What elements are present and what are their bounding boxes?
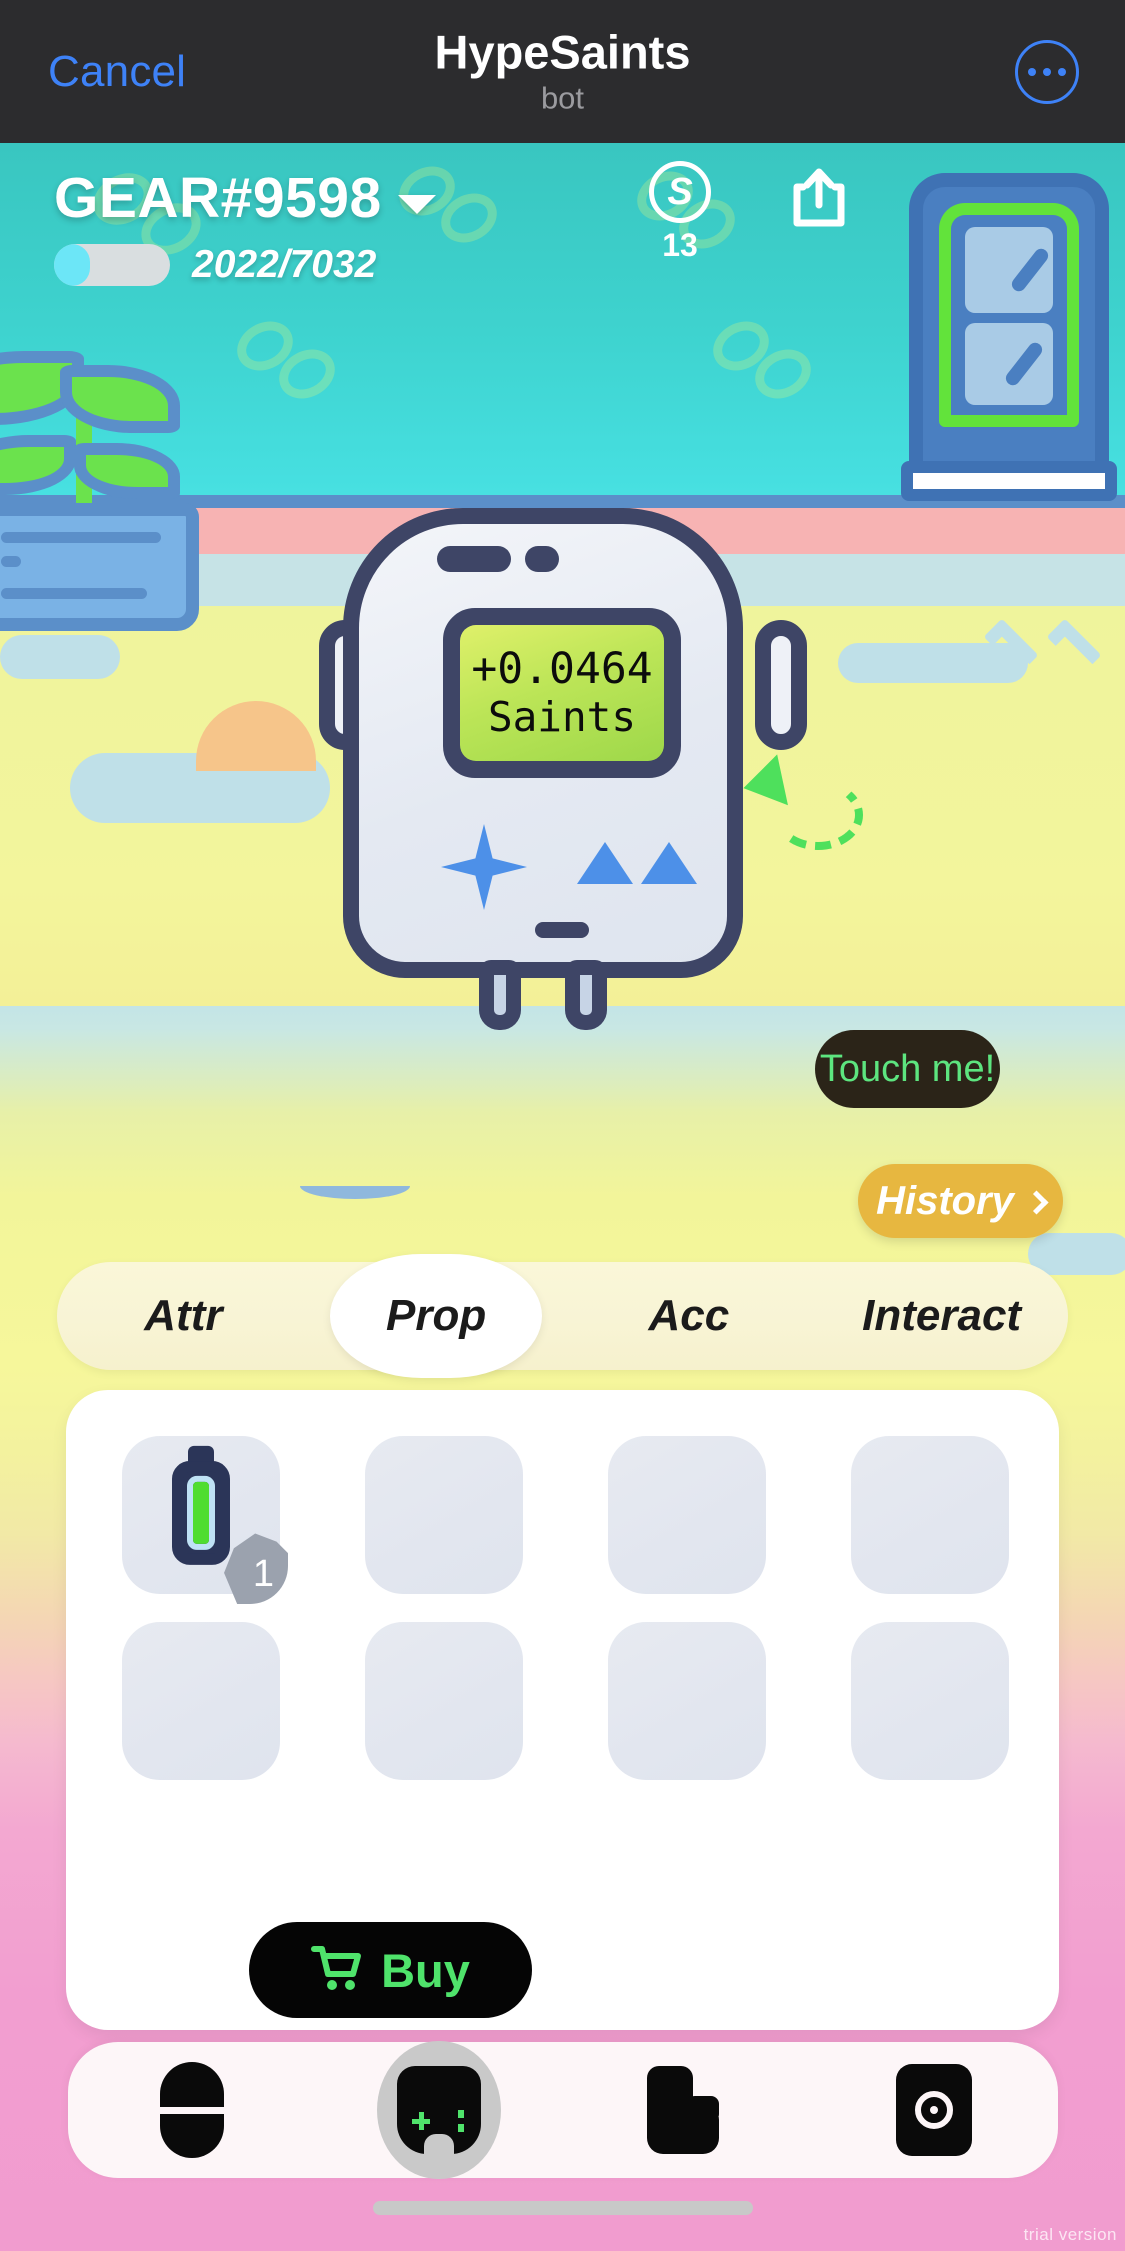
pot-line — [1, 556, 21, 567]
gear-selector[interactable]: GEAR#9598 — [54, 165, 436, 231]
home-indicator — [373, 2201, 753, 2215]
robot-speaker — [437, 546, 511, 572]
gamepad-icon — [397, 2066, 481, 2154]
history-button[interactable]: History — [858, 1164, 1063, 1238]
robot-mouth — [535, 922, 589, 938]
plant-leaf — [0, 435, 76, 495]
inventory-slot[interactable] — [365, 1436, 523, 1594]
nav-item-folder[interactable] — [563, 2042, 811, 2178]
triangle-icon — [577, 842, 633, 884]
pot-line — [1, 588, 147, 599]
header-title-group: HypeSaints bot — [303, 27, 823, 116]
inventory-slot[interactable] — [851, 1622, 1009, 1780]
tab-prop[interactable]: Prop — [310, 1262, 563, 1370]
pot-line — [1, 532, 161, 543]
chevron-down-icon[interactable] — [398, 195, 436, 214]
robot-indicator — [525, 546, 559, 572]
tab-attr[interactable]: Attr — [57, 1262, 310, 1370]
robot-leg-right — [565, 960, 607, 1030]
chevron-right-icon — [1024, 1190, 1048, 1214]
buy-button[interactable]: Buy — [249, 1922, 532, 2018]
buy-label: Buy — [381, 1943, 470, 1998]
robot-screen-bezel: +0.0464 Saints — [443, 608, 681, 778]
inventory-slot[interactable]: 1 — [122, 1436, 280, 1594]
nav-item-disc[interactable] — [811, 2042, 1059, 2178]
ground-blob — [0, 635, 120, 679]
inventory-slot[interactable] — [608, 1436, 766, 1594]
more-horizontal-icon[interactable] — [1015, 40, 1079, 104]
watermark-label: trial version — [1024, 2225, 1117, 2245]
progress-label: 2022/7032 — [192, 243, 376, 287]
inventory-grid: 1 — [122, 1436, 1012, 1780]
pointer-arrow-icon — [738, 754, 788, 813]
triangle-icon — [641, 842, 697, 884]
cabinet-base — [901, 461, 1117, 501]
tab-acc[interactable]: Acc — [563, 1262, 816, 1370]
shopping-cart-icon — [311, 1944, 363, 1997]
inventory-slot[interactable] — [365, 1622, 523, 1780]
inventory-slot[interactable] — [851, 1436, 1009, 1594]
robot-body: +0.0464 Saints — [343, 508, 743, 978]
disc-icon — [896, 2064, 972, 2156]
screen-value: +0.0464 — [471, 645, 652, 693]
tab-interact[interactable]: Interact — [815, 1262, 1068, 1370]
robot-screen: +0.0464 Saints — [460, 625, 664, 761]
gamepad-dpad — [412, 2112, 430, 2130]
saints-coin-icon: S — [649, 161, 711, 223]
folder-icon — [647, 2066, 727, 2154]
touch-hint-bubble[interactable]: Touch me! — [815, 1030, 1000, 1108]
inventory-slot[interactable] — [608, 1622, 766, 1780]
robot-character[interactable]: +0.0464 Saints — [343, 490, 783, 1030]
robot-arm-right — [755, 620, 807, 750]
history-label: History — [876, 1179, 1014, 1224]
robot-leg-left — [479, 960, 521, 1030]
currency-widget[interactable]: S 13 — [635, 161, 725, 264]
gamepad-buttons — [458, 2110, 464, 2132]
more-dot — [1058, 68, 1066, 76]
sparkle-icon — [441, 824, 527, 910]
inventory-slot[interactable] — [122, 1622, 280, 1780]
cabinet-slash — [1003, 340, 1045, 388]
tab-bar: Attr Prop Acc Interact — [57, 1262, 1068, 1370]
page-title: HypeSaints — [303, 27, 823, 78]
page-subtitle: bot — [303, 82, 823, 116]
more-dot — [1028, 68, 1036, 76]
plant-decoration — [0, 343, 264, 623]
disc-center-dot — [930, 2106, 938, 2114]
cursor-trail — [773, 780, 863, 850]
app-header: Cancel HypeSaints bot — [0, 0, 1125, 143]
top-hud: GEAR#9598 2022/7032 S 13 — [0, 143, 1125, 343]
touch-hint-label: Touch me! — [820, 1048, 995, 1091]
share-icon[interactable] — [783, 161, 855, 233]
more-dot — [1043, 68, 1051, 76]
folder-body — [647, 2106, 719, 2154]
battery-icon — [172, 1461, 230, 1565]
battery-inner — [187, 1476, 215, 1550]
progress-row: 2022/7032 — [54, 243, 376, 287]
folder-tab — [647, 2066, 693, 2110]
nav-item-capsule[interactable] — [68, 2042, 316, 2178]
progress-bar-fill — [54, 244, 90, 286]
capsule-icon — [160, 2062, 224, 2158]
plant-pot — [0, 503, 199, 631]
currency-count: 13 — [635, 227, 725, 264]
app-root: Cancel HypeSaints bot — [0, 0, 1125, 2251]
gear-name-label: GEAR#9598 — [54, 165, 382, 231]
bottom-nav — [68, 2042, 1058, 2178]
battery-fill — [193, 1482, 209, 1544]
nav-item-gamepad[interactable] — [316, 2042, 564, 2178]
squiggle-decoration — [300, 1173, 410, 1199]
cancel-button[interactable]: Cancel — [48, 47, 186, 97]
inventory-panel: 1 — [66, 1390, 1059, 2030]
progress-bar — [54, 244, 170, 286]
screen-unit: Saints — [488, 694, 636, 741]
